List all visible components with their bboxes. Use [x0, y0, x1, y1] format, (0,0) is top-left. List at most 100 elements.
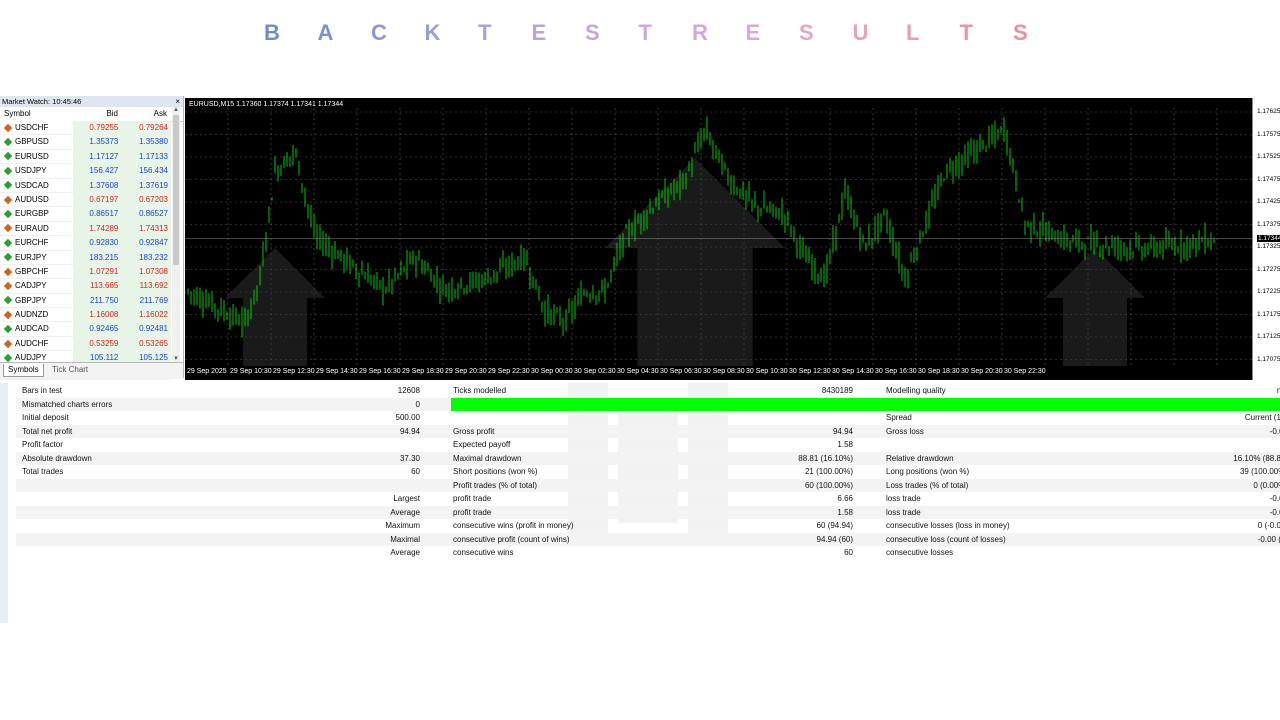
price-up-icon: [3, 353, 13, 363]
ask-cell: 211.769: [120, 293, 171, 308]
title-letter: E: [745, 20, 761, 45]
symbol-name: EURGBP: [15, 209, 49, 219]
market-watch-scrollbar[interactable]: ▲ ▼: [172, 107, 180, 362]
ask-cell: 0.53265: [120, 336, 171, 351]
report-row: Absolute drawdown 37.30 Maximal drawdown 88…: [16, 451, 1280, 465]
symbol-row[interactable]: EURAUD 1.74289 1.74313: [0, 221, 171, 237]
ask-cell: 0.79264: [120, 121, 171, 135]
title-letter: B: [264, 20, 280, 45]
current-price-label: 1.17344: [1257, 234, 1280, 242]
chart-symbol-header: EURUSD,M15 1.17360 1.17374 1.17341 1.173…: [189, 101, 344, 108]
symbol-name: AUDCAD: [15, 324, 49, 334]
price-tick-label: 1.17275: [1257, 265, 1280, 273]
ask-cell: 113.692: [120, 279, 171, 293]
symbol-row[interactable]: USDCAD 1.37608 1.37619: [0, 178, 171, 193]
symbol-row[interactable]: GBPUSD 1.35373 1.35380: [0, 135, 171, 150]
title-letter: T: [638, 20, 652, 45]
report-value: -0.00: [1269, 426, 1280, 436]
symbol-row[interactable]: GBPJPY 211.750 211.769: [0, 293, 171, 309]
bid-cell: 156.427: [72, 164, 121, 178]
time-tick-label: 30 Sep 18:30: [918, 368, 960, 375]
symbol-row[interactable]: AUDCHF 0.53259 0.53265: [0, 336, 171, 352]
symbol-row[interactable]: EURGBP 0.86517 0.86527: [0, 207, 171, 222]
price-tick-label: 1.17625: [1257, 108, 1280, 115]
symbol-cell: AUDNZD: [0, 308, 73, 322]
report-value: Maximum: [385, 521, 420, 530]
backtest-report-table: Bars in test 12608 Ticks modelled 8430189 Mo…: [0, 383, 1280, 623]
report-label: profit trade: [453, 494, 492, 503]
bid-cell: 0.67197: [72, 192, 121, 207]
report-label: profit trade: [453, 507, 492, 517]
symbol-cell: EURJPY: [0, 250, 73, 264]
symbol-row[interactable]: USDCHF 0.79255 0.79264: [0, 121, 171, 136]
backtest-results-title: BACKTESTRESULTS: [0, 20, 1280, 50]
symbol-name: AUDUSD: [15, 194, 49, 204]
symbol-row[interactable]: USDJPY 156.427 156.434: [0, 164, 171, 179]
bid-cell: 0.92830: [72, 236, 121, 250]
report-row: Bars in test 12608 Ticks modelled 8430189 Mo…: [16, 384, 1280, 398]
report-label: consecutive losses: [886, 548, 954, 557]
symbol-row[interactable]: AUDCAD 0.92465 0.92481: [0, 322, 171, 337]
symbol-row[interactable]: EURJPY 183.215 183.232: [0, 250, 171, 265]
symbol-name: EURJPY: [15, 252, 47, 262]
symbol-cell: GBPCHF: [0, 264, 73, 279]
column-header-symbol[interactable]: Symbol: [0, 107, 72, 121]
close-icon[interactable]: ×: [175, 96, 180, 107]
symbol-cell: GBPUSD: [0, 135, 73, 149]
symbol-cell: AUDUSD: [0, 192, 73, 207]
tab-tick-chart[interactable]: Tick Chart: [48, 364, 92, 376]
bid-cell: 0.79255: [72, 121, 121, 135]
symbol-name: GBPJPY: [15, 295, 47, 305]
symbol-cell: GBPJPY: [0, 293, 73, 308]
bid-cell: 1.35373: [72, 135, 121, 149]
report-row: Maximal consecutive profit (count of wins…: [16, 532, 1280, 546]
time-tick-label: 30 Sep 22:30: [1004, 368, 1046, 375]
price-tick-label: 1.17425: [1257, 198, 1280, 205]
symbol-row[interactable]: GBPCHF 1.07291 1.07308: [0, 264, 171, 280]
report-label: consecutive losses (loss in money): [886, 521, 1010, 530]
time-tick-label: 30 Sep 12:30: [789, 368, 831, 375]
report-value: 1.58: [837, 440, 853, 449]
report-value: 6.66: [837, 494, 853, 503]
symbol-row[interactable]: EURCHF 0.92830 0.92847: [0, 236, 171, 251]
title-letter: U: [852, 20, 869, 45]
tab-symbols[interactable]: Symbols: [3, 364, 44, 377]
price-up-icon: [3, 181, 13, 190]
report-row: Average consecutive wins 60 consecutive los…: [16, 546, 1280, 560]
price-up-icon: [3, 252, 13, 262]
report-label: Short positions (won %): [453, 467, 538, 476]
symbol-row[interactable]: CADJPY 113.665 113.692: [0, 279, 171, 294]
report-value: Average: [390, 507, 420, 517]
column-header-bid[interactable]: Bid: [72, 107, 120, 121]
report-row: Largest profit trade 6.66 loss trade -0.00: [16, 492, 1280, 506]
time-tick-label: 30 Sep 00:30: [531, 368, 573, 375]
report-value: Current (18): [1244, 413, 1280, 422]
report-value: 94.94 (60): [816, 534, 853, 544]
symbol-row[interactable]: EURUSD 1.17127 1.17133: [0, 149, 171, 165]
chart-time-axis: 29 Sep 2025 29 Sep 10:30 29 Sep 12:30 29 Se…: [185, 366, 1252, 380]
symbol-row[interactable]: AUDNZD 1.16008 1.16022: [0, 308, 171, 323]
price-chart[interactable]: EURUSD,M15 1.17360 1.17374 1.17341 1.173…: [185, 98, 1252, 380]
scrollbar-thumb[interactable]: [173, 115, 179, 265]
price-up-icon: [3, 238, 13, 248]
bid-cell: 1.07291: [72, 264, 121, 279]
price-down-icon: [3, 310, 13, 320]
ask-cell: 0.92847: [120, 236, 171, 250]
title-letter: A: [317, 20, 334, 45]
scroll-up-icon[interactable]: ▲: [172, 107, 180, 113]
column-header-ask[interactable]: Ask: [120, 107, 170, 121]
report-value: 500.00: [395, 413, 420, 422]
title-letter: E: [531, 20, 547, 45]
report-label: Gross profit: [453, 426, 495, 436]
report-label: loss trade: [886, 507, 921, 517]
bid-cell: 0.92465: [72, 322, 121, 336]
price-down-icon: [3, 123, 13, 132]
symbol-row[interactable]: AUDUSD 0.67197 0.67203: [0, 192, 171, 208]
ask-cell: 1.37619: [120, 178, 171, 192]
title-letter: L: [906, 20, 920, 45]
report-label: Relative drawdown: [886, 453, 954, 463]
bid-cell: 113.665: [72, 279, 121, 293]
market-watch-tabs: Symbols Tick Chart: [0, 362, 183, 379]
bid-cell: 1.74289: [72, 221, 121, 236]
report-label: Spread: [886, 413, 912, 422]
